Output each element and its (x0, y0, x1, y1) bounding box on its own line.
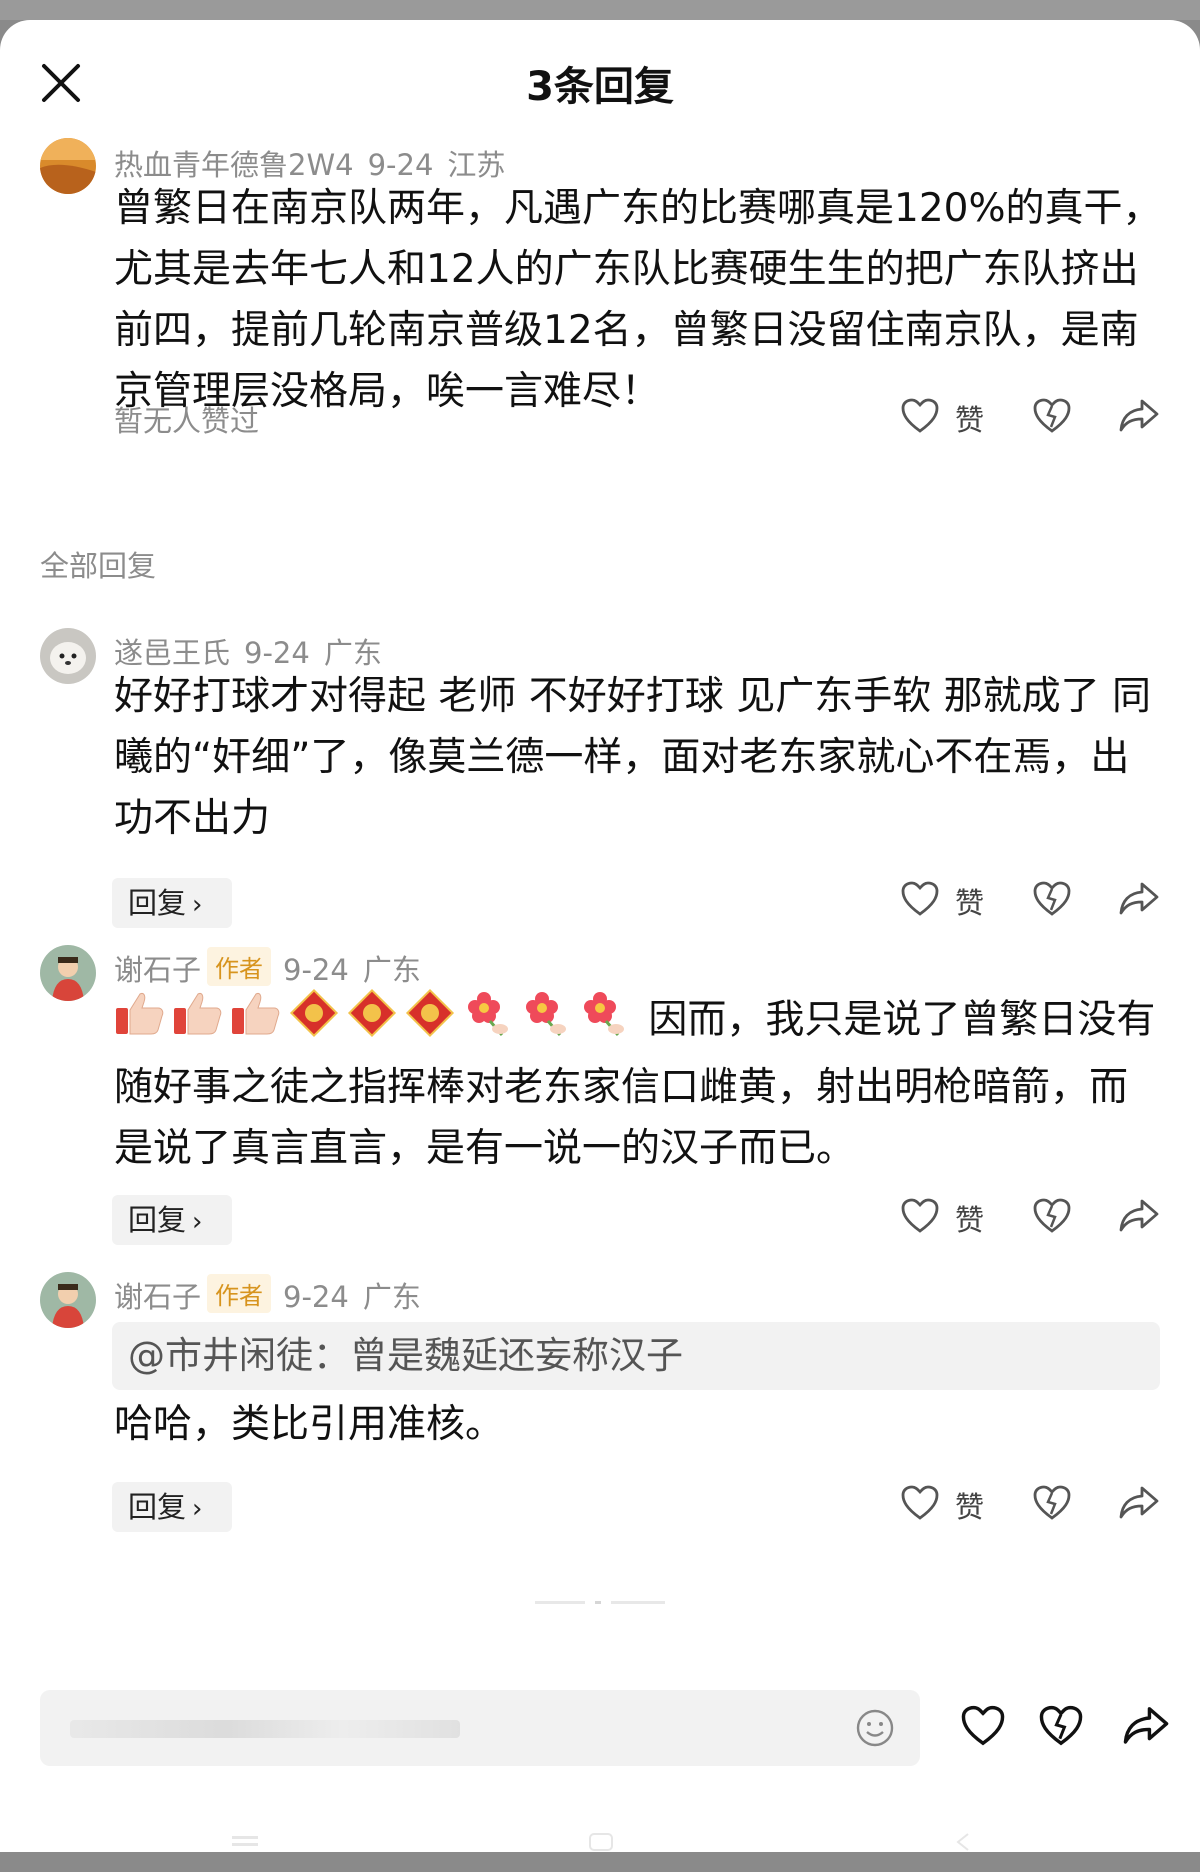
scroll-indicator (535, 1590, 665, 1604)
share-icon (1119, 882, 1159, 915)
username[interactable]: 遂邑王氏 (114, 636, 230, 670)
avatar[interactable] (40, 138, 96, 194)
share-button[interactable] (1122, 1704, 1170, 1748)
avatar[interactable] (40, 1272, 96, 1328)
comment-location: 江苏 (447, 148, 506, 182)
sheet-title: 3条回复 (526, 64, 674, 110)
comment-date: 9-24 (367, 148, 434, 182)
section-label: 全部回复 (40, 549, 157, 583)
broken-heart-icon (1039, 1705, 1083, 1746)
quoted-reply[interactable]: @市井闲徒：曾是魏延还妄称汉子 (112, 1322, 1160, 1390)
sheet-header: 3条回复 (0, 20, 1200, 130)
fu-icon (288, 987, 340, 1057)
comment-text: 因而，我只是说了曾繁日没有随好事之徒之指挥棒对老东家信口雌黄，射出明枪暗箭，而是… (114, 987, 1164, 1179)
flower-icon (578, 987, 630, 1057)
smiley-icon (856, 1709, 894, 1747)
heart-icon (901, 1198, 939, 1233)
flower-icon (462, 987, 514, 1057)
fu-icon (346, 987, 398, 1057)
like-button[interactable] (960, 1704, 1006, 1748)
like-button[interactable] (900, 880, 940, 918)
dislike-button[interactable] (1032, 397, 1072, 435)
share-button[interactable] (1118, 880, 1160, 918)
share-icon (1119, 1199, 1159, 1232)
comment-date: 9-24 (283, 953, 349, 987)
share-button[interactable] (1118, 397, 1160, 435)
username[interactable]: 谢石子 (114, 1280, 201, 1314)
input-placeholder-blurred (70, 1720, 460, 1738)
comment-text: 哈哈，类比引用准核。 (114, 1402, 505, 1447)
back-icon (956, 1833, 969, 1851)
comment-actions: 赞 (0, 393, 1200, 443)
dislike-button[interactable] (1032, 1197, 1072, 1235)
system-nav-bar (0, 1832, 1200, 1872)
heart-icon (901, 881, 939, 916)
comment-actions: 赞 (0, 880, 1200, 930)
emoji-group (114, 988, 648, 1043)
like-label[interactable]: 赞 (955, 880, 984, 922)
heart-icon (961, 1705, 1005, 1746)
comment-text: 曾繁日在南京队两年，凡遇广东的比赛哪真是120%的真干，尤其是去年七人和12人的… (114, 186, 1162, 414)
like-label[interactable]: 赞 (955, 1197, 984, 1239)
comment-meta: 谢石子 作者 9-24 广东 (114, 947, 421, 989)
broken-heart-icon (1033, 398, 1071, 433)
broken-heart-icon (1033, 881, 1071, 916)
fu-icon (404, 987, 456, 1057)
comment-location: 广东 (362, 953, 421, 987)
comment-location: 广东 (323, 636, 382, 670)
share-icon (1119, 399, 1159, 432)
author-badge: 作者 (207, 1274, 272, 1313)
comment-date: 9-24 (283, 1280, 349, 1314)
username[interactable]: 热血青年德鲁2W4 (114, 148, 354, 182)
status-bar (0, 0, 1200, 20)
like-button[interactable] (900, 1484, 940, 1522)
flower-icon (520, 987, 572, 1057)
share-button[interactable] (1118, 1197, 1160, 1235)
broken-heart-icon (1033, 1198, 1071, 1233)
like-label[interactable]: 赞 (955, 397, 984, 439)
menu-icon (232, 1836, 258, 1846)
heart-icon (901, 398, 939, 433)
comment-meta: 谢石子 作者 9-24 广东 (114, 1274, 421, 1316)
emoji-button[interactable] (855, 1708, 895, 1752)
comment-input-bar (0, 1690, 1200, 1790)
like-button[interactable] (900, 397, 940, 435)
comment-date: 9-24 (244, 636, 310, 670)
dislike-button[interactable] (1038, 1704, 1084, 1748)
like-button[interactable] (900, 1197, 940, 1235)
dislike-button[interactable] (1032, 1484, 1072, 1522)
home-icon (589, 1833, 613, 1851)
comment-location: 广东 (362, 1280, 421, 1314)
author-badge: 作者 (207, 947, 272, 986)
dislike-button[interactable] (1032, 880, 1072, 918)
heart-icon (901, 1485, 939, 1520)
comment-actions: 赞 (0, 1484, 1200, 1534)
thumbs-up-icon (172, 990, 224, 1054)
share-icon (1123, 1707, 1169, 1744)
thumbs-up-icon (114, 990, 166, 1054)
share-icon (1119, 1486, 1159, 1519)
avatar[interactable] (40, 628, 96, 684)
comment-input[interactable] (40, 1690, 920, 1766)
comment-text: 好好打球才对得起 老师 不好好打球 见广东手软 那就成了 同曦的“奸细”了，像莫… (114, 674, 1151, 841)
username[interactable]: 谢石子 (114, 953, 201, 987)
thumbs-up-icon (230, 990, 282, 1054)
share-button[interactable] (1118, 1484, 1160, 1522)
avatar[interactable] (40, 945, 96, 1001)
broken-heart-icon (1033, 1485, 1071, 1520)
reply-sheet: 3条回复 热血青年德鲁2W4 9-24 江苏 曾繁日在南京队两年，凡遇广东的比赛哪真… (0, 20, 1200, 1852)
like-label[interactable]: 赞 (955, 1484, 984, 1526)
comment-actions: 赞 (0, 1197, 1200, 1247)
